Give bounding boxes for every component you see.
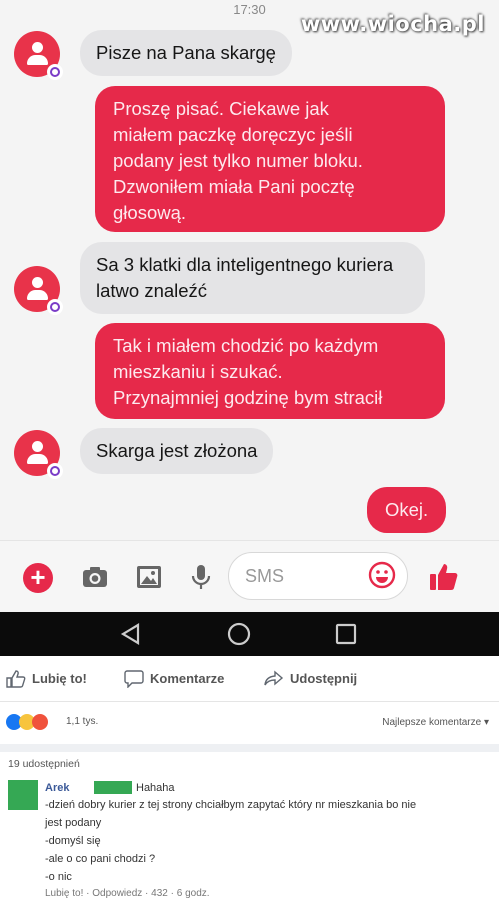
back-icon[interactable] (119, 622, 143, 646)
message-incoming[interactable]: Pisze na Pana skargę (80, 30, 292, 76)
comment-line: -dzień dobry kurier z tej strony chciałb… (45, 799, 417, 811)
message-outgoing[interactable]: Tak i miałem chodzić po każdym mieszkani… (95, 323, 445, 419)
message-outgoing[interactable]: Proszę pisać. Ciekawe jak miałem paczkę … (95, 86, 445, 232)
emoji-icon[interactable] (368, 561, 396, 589)
message-outgoing[interactable]: Okej. (367, 487, 447, 533)
redacted-name-block (94, 781, 132, 794)
contact-avatar[interactable] (14, 31, 63, 80)
comment-line: -domyśl się (45, 835, 101, 847)
like-icon (6, 670, 26, 688)
watermark: www.wiocha.pl (300, 12, 485, 36)
comment-avatar[interactable] (8, 780, 38, 810)
divider (0, 744, 499, 752)
angry-reaction-icon (32, 714, 48, 730)
recents-icon[interactable] (334, 622, 358, 646)
contact-avatar[interactable] (14, 266, 63, 315)
messenger-badge-icon (47, 299, 63, 315)
comment-author[interactable]: Arek (45, 782, 69, 794)
message-incoming[interactable]: Sa 3 klatki dla inteligentnego kuriera l… (80, 242, 425, 314)
comment-line: -o nic (45, 871, 72, 883)
home-icon[interactable] (227, 622, 251, 646)
facebook-post-footer: Lubię to! Komentarze Udostępnij 1,1 tys.… (0, 656, 499, 900)
reactions-count: 1,1 tys. (66, 716, 99, 727)
comment-icon (124, 670, 144, 688)
android-navbar (0, 612, 499, 656)
comment-line: jest podany (45, 817, 102, 829)
thumbs-up-icon[interactable] (428, 561, 460, 593)
messenger-badge-icon (47, 463, 63, 479)
comment-line: -ale o co pani chodzi ? (45, 853, 156, 865)
plus-icon[interactable]: + (23, 563, 53, 593)
comment-first-line: Hahaha (136, 782, 175, 794)
comment-sort-dropdown[interactable]: Najlepsze komentarze ▾ (382, 717, 489, 728)
share-icon (264, 670, 284, 686)
sms-placeholder: SMS (245, 566, 285, 586)
camera-icon[interactable] (80, 562, 110, 592)
messenger-badge-icon (47, 64, 63, 80)
microphone-icon[interactable] (186, 562, 216, 592)
contact-avatar[interactable] (14, 430, 63, 479)
post-actions: Lubię to! Komentarze Udostępnij (0, 656, 499, 702)
comment-footer[interactable]: Lubię to! · Odpowiedz · 432 · 6 godz. (45, 888, 210, 899)
gallery-icon[interactable] (134, 562, 164, 592)
message-incoming[interactable]: Skarga jest złożona (80, 428, 274, 474)
messenger-screen: 17:30 www.wiocha.pl Pisze na Pana skargę… (0, 0, 499, 656)
message-composer: + SMS (0, 540, 499, 610)
shares-count[interactable]: 19 udostępnień (8, 758, 80, 770)
